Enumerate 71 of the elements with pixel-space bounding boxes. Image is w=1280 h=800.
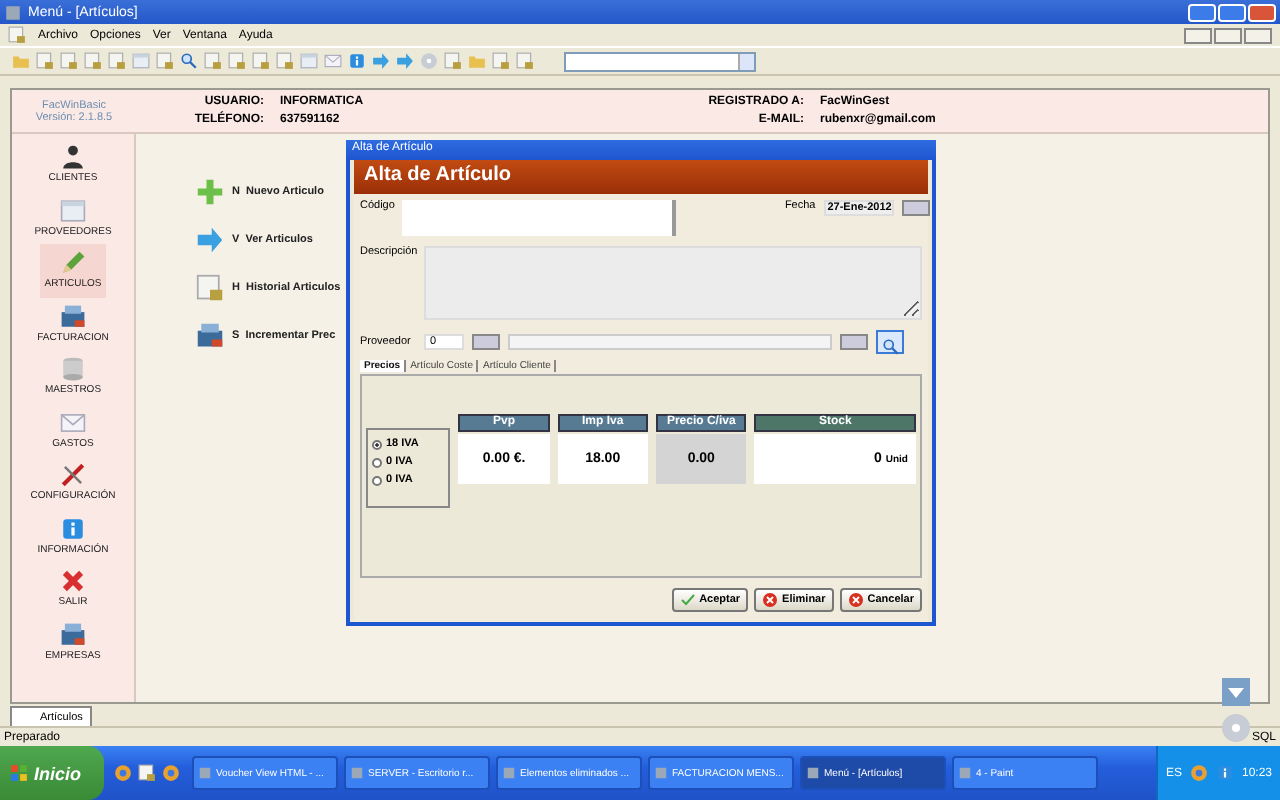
description-field[interactable] xyxy=(424,246,922,320)
search-icon xyxy=(881,338,899,356)
spinner-button[interactable] xyxy=(840,334,868,350)
pencil-icon xyxy=(60,250,86,277)
document-icon xyxy=(8,26,26,44)
disc-icon[interactable] xyxy=(1220,712,1252,744)
toolbar-document-icon[interactable] xyxy=(228,52,246,70)
code-field[interactable] xyxy=(402,200,677,236)
window-icon xyxy=(958,766,972,780)
toolbar-document-icon[interactable] xyxy=(60,52,78,70)
search-button[interactable] xyxy=(876,330,904,354)
document-icon xyxy=(196,274,224,302)
close-icon xyxy=(59,568,86,595)
combo-box[interactable] xyxy=(564,51,756,71)
toolbar-magnifier-icon[interactable] xyxy=(180,52,198,70)
quick-launch-icon[interactable] xyxy=(162,764,180,782)
window-icon xyxy=(198,766,212,780)
dropdown-button[interactable] xyxy=(738,53,754,69)
app-icon xyxy=(4,3,22,21)
quick-launch-icon[interactable] xyxy=(114,764,132,782)
tray-icon[interactable] xyxy=(1189,764,1208,782)
tray-icon[interactable] xyxy=(1215,764,1234,782)
toolbar-document-icon[interactable] xyxy=(276,52,294,70)
toolbar-document-icon[interactable] xyxy=(108,52,126,70)
cash-register-icon xyxy=(59,621,86,648)
cash-register-icon xyxy=(60,303,86,330)
toolbar-document-icon[interactable] xyxy=(516,52,534,70)
scroll-down-icon[interactable] xyxy=(1220,676,1252,708)
spinner-button[interactable] xyxy=(472,334,500,350)
quick-launch-icon[interactable] xyxy=(138,764,156,782)
minimize-button[interactable] xyxy=(1184,27,1212,43)
restore-button[interactable] xyxy=(1214,27,1242,43)
cash-register-icon xyxy=(196,322,224,350)
toolbar-window-icon[interactable] xyxy=(132,52,150,70)
dialog-banner: Alta de Artículo xyxy=(354,160,928,194)
radio-button[interactable] xyxy=(372,457,382,467)
toolbar-document-icon[interactable] xyxy=(252,52,270,70)
window-icon xyxy=(654,766,668,780)
toolbar-window-icon[interactable] xyxy=(300,52,318,70)
plus-icon xyxy=(196,178,224,206)
cancel-icon xyxy=(847,592,864,608)
toolbar-folder-icon[interactable] xyxy=(468,52,486,70)
toolbar-folder-icon[interactable] xyxy=(12,52,30,70)
toolbar-document-icon[interactable] xyxy=(492,52,510,70)
database-icon xyxy=(60,356,86,383)
toolbar-disc-icon[interactable] xyxy=(420,52,438,70)
supplier-name-field[interactable] xyxy=(508,334,832,350)
toolbar-info-icon[interactable] xyxy=(348,52,366,70)
person-icon xyxy=(59,144,86,171)
spinner-button[interactable] xyxy=(901,200,930,216)
maximize-button[interactable] xyxy=(1218,3,1246,21)
window-icon xyxy=(806,766,820,780)
start-button[interactable]: Inicio xyxy=(0,746,104,800)
toolbar-document-icon[interactable] xyxy=(204,52,222,70)
arrow-icon xyxy=(196,226,224,254)
windows-logo-icon xyxy=(10,764,28,782)
toolbar-document-icon[interactable] xyxy=(444,52,462,70)
radio-button[interactable] xyxy=(372,475,382,485)
window-icon xyxy=(350,766,364,780)
radio-button[interactable] xyxy=(372,439,382,449)
window-icon xyxy=(60,197,86,224)
window-icon xyxy=(502,766,516,780)
toolbar-envelope-icon[interactable] xyxy=(324,52,342,70)
envelope-icon xyxy=(60,409,86,436)
close-button[interactable] xyxy=(1244,27,1272,43)
toolbar-document-icon[interactable] xyxy=(36,52,54,70)
toolbar-document-icon[interactable] xyxy=(84,52,102,70)
delete-icon xyxy=(762,592,779,608)
toolbar-document-icon[interactable] xyxy=(156,52,174,70)
info-icon xyxy=(60,515,86,542)
check-icon xyxy=(679,592,696,608)
